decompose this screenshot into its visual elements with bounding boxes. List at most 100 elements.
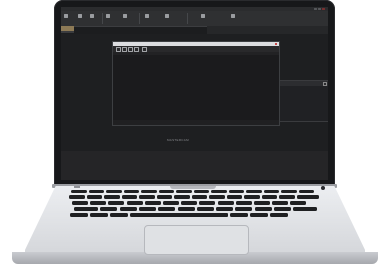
- keyboard-key: [196, 207, 214, 211]
- ribbon-button-cut[interactable]: [145, 13, 150, 23]
- left-panel-tab[interactable]: [61, 31, 74, 33]
- dialog-path-bar[interactable]: [113, 52, 279, 55]
- keyboard-key: [108, 201, 125, 205]
- settings-icon: [231, 14, 235, 18]
- keyboard-key: [121, 195, 137, 199]
- view-icon: [201, 14, 205, 18]
- keyboard-key: [230, 213, 248, 217]
- keyboard-key: [254, 207, 272, 211]
- keyboard-key: [193, 190, 209, 193]
- workspace-footer: [61, 151, 328, 180]
- keyboard-key: [74, 207, 98, 211]
- lid-notch: [170, 186, 216, 189]
- ribbon-separator: [102, 13, 103, 24]
- ribbon-button-view[interactable]: [201, 13, 206, 23]
- keyboard-key: [158, 190, 174, 193]
- keyboard-key: [226, 195, 242, 199]
- keyboard-key: [123, 190, 139, 193]
- keyboard-key: [126, 201, 143, 205]
- ribbon-button-open[interactable]: [78, 13, 83, 23]
- spacebar-key: [138, 213, 228, 217]
- new-icon: [64, 14, 68, 18]
- tools-icon: [165, 14, 169, 18]
- keyboard-key: [119, 207, 137, 211]
- keyboard-key: [88, 190, 104, 193]
- power-button: [321, 186, 325, 190]
- keyboard-key: [235, 201, 252, 205]
- speaker-grille: [74, 186, 80, 188]
- keyboard-key: [139, 195, 155, 199]
- keyboard-key: [246, 190, 262, 193]
- keyboard-key: [244, 195, 260, 199]
- keyboard-key: [254, 201, 270, 205]
- file-dialog: [112, 41, 280, 126]
- keyboard-key: [228, 190, 244, 193]
- keyboard-key: [90, 201, 107, 205]
- keyboard-key: [272, 201, 289, 205]
- keyboard: [68, 190, 319, 220]
- minimize-icon[interactable]: [314, 7, 317, 11]
- ribbon-button-export[interactable]: [123, 13, 128, 23]
- keyboard-key: [290, 201, 307, 205]
- dropdown-icon[interactable]: [323, 82, 327, 86]
- keyboard-key: [217, 201, 234, 205]
- keyboard-key: [293, 207, 318, 211]
- save-icon: [90, 14, 94, 18]
- info-bar: [207, 26, 328, 34]
- keyboard-key: [263, 190, 279, 193]
- keyboard-key: [71, 190, 87, 193]
- brand-logo-text: MASTERCAM: [167, 138, 189, 142]
- keyboard-key: [181, 201, 198, 205]
- keyboard-key: [156, 195, 172, 199]
- close-icon[interactable]: [322, 7, 325, 11]
- side-panel-header: [277, 81, 328, 86]
- ribbon-button-new[interactable]: [64, 13, 69, 23]
- keyboard-key: [70, 213, 88, 217]
- laptop-screen: MASTERCAM: [61, 7, 328, 180]
- ribbon-button-save[interactable]: [90, 13, 95, 23]
- keyboard-key: [274, 207, 291, 211]
- keyboard-key: [235, 207, 253, 211]
- ribbon-separator: [139, 13, 140, 24]
- keyboard-key: [69, 195, 85, 199]
- keyboard-key: [270, 213, 288, 217]
- keyboard-key: [174, 195, 190, 199]
- keyboard-key: [209, 195, 225, 199]
- keyboard-key: [199, 201, 216, 205]
- keyboard-key: [279, 195, 295, 199]
- keyboard-key: [104, 195, 120, 199]
- ribbon-button-import[interactable]: [106, 13, 111, 23]
- keyboard-key: [138, 207, 156, 211]
- keyboard-key: [163, 201, 179, 205]
- import-icon: [106, 14, 110, 18]
- dialog-footer: [113, 120, 279, 125]
- trackpad: [144, 225, 249, 255]
- export-icon: [123, 14, 127, 18]
- keyboard-key: [177, 207, 195, 211]
- keyboard-key: [281, 190, 297, 193]
- keyboard-key: [90, 213, 108, 217]
- ribbon-button-settings[interactable]: [231, 13, 236, 23]
- keyboard-key: [141, 190, 157, 193]
- keyboard-key: [86, 195, 102, 199]
- ribbon-toolbar: [61, 11, 328, 27]
- keyboard-key: [72, 201, 88, 205]
- close-icon[interactable]: [274, 42, 277, 46]
- keyboard-key: [216, 207, 234, 211]
- keyboard-key: [261, 195, 277, 199]
- ribbon-button-tools[interactable]: [165, 13, 170, 23]
- keyboard-key: [110, 213, 128, 217]
- keyboard-key: [106, 190, 122, 193]
- open-icon: [78, 14, 82, 18]
- maximize-icon[interactable]: [318, 7, 321, 11]
- keyboard-key: [250, 213, 268, 217]
- keyboard-key: [144, 201, 161, 205]
- side-panel: [276, 80, 328, 122]
- keyboard-key: [296, 195, 319, 199]
- keyboard-key: [298, 190, 314, 193]
- keyboard-key: [191, 195, 207, 199]
- cut-icon: [145, 14, 149, 18]
- keyboard-key: [100, 207, 118, 211]
- ribbon-separator: [187, 13, 188, 24]
- keyboard-key: [211, 190, 227, 193]
